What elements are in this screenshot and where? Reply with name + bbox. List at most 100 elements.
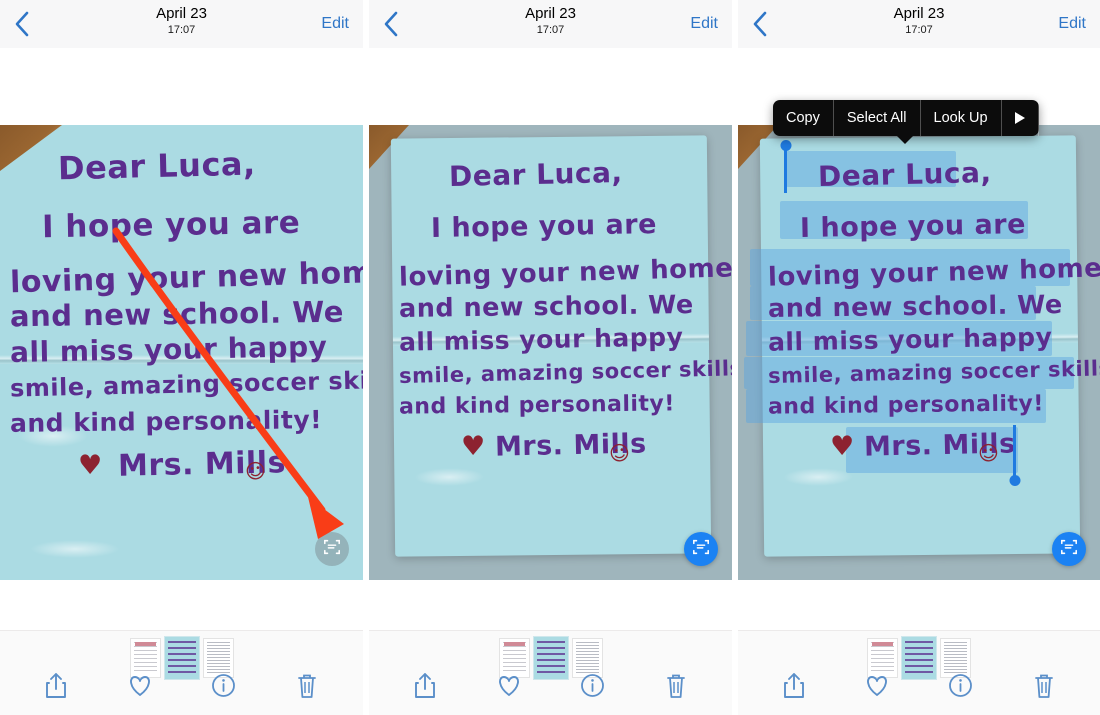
- info-button[interactable]: [572, 671, 612, 705]
- chevron-left-icon: [752, 11, 768, 37]
- info-circle-icon: [948, 673, 973, 703]
- heart-outline-icon: [127, 674, 153, 703]
- info-button[interactable]: [941, 671, 981, 705]
- back-button[interactable]: [383, 9, 409, 39]
- edit-button[interactable]: Edit: [321, 15, 349, 33]
- action-icons: [369, 669, 732, 707]
- chevron-left-icon: [14, 11, 30, 37]
- edit-button[interactable]: Edit: [690, 15, 718, 33]
- note-line: and new school. We: [398, 289, 694, 325]
- photo-time: 17:07: [536, 24, 565, 36]
- trash-icon: [1033, 673, 1055, 704]
- share-button[interactable]: [36, 671, 76, 705]
- photo-time: 17:07: [905, 24, 933, 36]
- smiley-glyph: ☺: [607, 439, 632, 467]
- note-line: I hope you are: [41, 204, 301, 246]
- note-line: all miss your happy: [767, 322, 1053, 357]
- back-button[interactable]: [14, 9, 40, 39]
- share-up-arrow-icon: [45, 672, 67, 704]
- photo-date: April 23: [156, 5, 207, 22]
- favorite-button[interactable]: [120, 671, 160, 705]
- action-icons: [0, 669, 363, 707]
- triangle-right-icon: [1014, 112, 1025, 124]
- share-up-arrow-icon: [783, 672, 805, 704]
- bottom-toolbar: [369, 630, 732, 715]
- action-icons: [738, 669, 1100, 707]
- chevron-left-icon: [383, 11, 399, 37]
- menu-item-select-all[interactable]: Select All: [834, 100, 921, 136]
- bottom-toolbar: [0, 630, 363, 715]
- note-line: and new school. We: [767, 289, 1063, 325]
- note-line: and kind personality!: [398, 391, 676, 420]
- note-line: Dear Luca,: [57, 144, 257, 188]
- menu-item-look-up[interactable]: Look Up: [921, 100, 1002, 136]
- page-title: April 23 17:07: [369, 4, 732, 37]
- photo-viewer[interactable]: Dear Luca, I hope you are loving your ne…: [738, 125, 1100, 580]
- heart-outline-icon: [864, 674, 890, 703]
- navigation-bar: April 23 17:07 Edit: [738, 0, 1100, 48]
- info-circle-icon: [211, 673, 236, 703]
- live-text-scan-icon: [1060, 538, 1078, 561]
- panel-1: April 23 17:07 Edit Dear Luca, I hope yo…: [0, 0, 363, 715]
- share-button[interactable]: [405, 671, 445, 705]
- page-title: April 23 17:07: [0, 4, 363, 37]
- handle-knob: [780, 140, 791, 151]
- bottom-toolbar: [738, 630, 1100, 715]
- live-text-button[interactable]: [315, 532, 349, 566]
- note-line: and kind personality!: [767, 391, 1045, 420]
- trash-icon: [665, 673, 687, 704]
- live-text-button[interactable]: [1052, 532, 1086, 566]
- smiley-glyph: ☺: [243, 457, 268, 485]
- page-title: April 23 17:07: [738, 4, 1100, 37]
- three-panel-screenshot-sequence: April 23 17:07 Edit Dear Luca, I hope yo…: [0, 0, 1100, 715]
- text-selection-context-menu[interactable]: Copy Select All Look Up: [773, 100, 1039, 144]
- edit-button[interactable]: Edit: [1058, 15, 1086, 33]
- heart-glyph: ♥: [461, 431, 486, 462]
- photo-stage: Dear Luca, I hope you are loving your ne…: [369, 48, 732, 630]
- favorite-button[interactable]: [857, 671, 897, 705]
- navigation-bar: April 23 17:07 Edit: [369, 0, 732, 48]
- delete-button[interactable]: [656, 671, 696, 705]
- panel-2: April 23 17:07 Edit Dear Luca, I hope yo…: [369, 0, 732, 715]
- paper-smudge: [30, 540, 120, 558]
- note-line: Dear Luca,: [448, 155, 623, 194]
- paper-smudge: [783, 467, 854, 487]
- photo-date: April 23: [525, 5, 576, 22]
- handle-knob: [1009, 475, 1020, 486]
- note-line: I hope you are: [799, 209, 1027, 244]
- share-button[interactable]: [774, 671, 814, 705]
- back-button[interactable]: [752, 9, 778, 39]
- photo-viewer[interactable]: Dear Luca, I hope you are loving your ne…: [0, 125, 363, 580]
- navigation-bar: April 23 17:07 Edit: [0, 0, 363, 48]
- note-line: and kind personality!: [9, 405, 323, 438]
- live-text-scan-icon: [323, 538, 341, 561]
- panel-3: April 23 17:07 Edit Copy Select All Look…: [738, 0, 1100, 715]
- favorite-button[interactable]: [489, 671, 529, 705]
- note-line: Dear Luca,: [817, 155, 992, 194]
- delete-button[interactable]: [287, 671, 327, 705]
- share-up-arrow-icon: [414, 672, 436, 704]
- selection-handle-end[interactable]: [1009, 425, 1020, 486]
- menu-item-copy[interactable]: Copy: [773, 100, 834, 136]
- live-text-button[interactable]: [684, 532, 718, 566]
- menu-more-button[interactable]: [1002, 100, 1039, 136]
- paper-smudge: [414, 467, 485, 487]
- menu-caret: [896, 135, 914, 144]
- photo-time: 17:07: [167, 24, 196, 36]
- heart-glyph: ♥: [830, 431, 855, 462]
- photo-stage: Dear Luca, I hope you are loving your ne…: [0, 48, 363, 630]
- photo-viewer[interactable]: Dear Luca, I hope you are loving your ne…: [369, 125, 732, 580]
- selection-handle-start[interactable]: [780, 140, 791, 193]
- smiley-glyph: ☺: [976, 439, 1001, 467]
- note-line: all miss your happy: [9, 329, 328, 370]
- delete-button[interactable]: [1024, 671, 1064, 705]
- heart-outline-icon: [496, 674, 522, 703]
- trash-icon: [296, 673, 318, 704]
- note-line: I hope you are: [430, 209, 658, 244]
- live-text-scan-icon: [692, 538, 710, 561]
- info-button[interactable]: [203, 671, 243, 705]
- note-line: and new school. We: [9, 294, 345, 334]
- note-line: all miss your happy: [398, 322, 684, 357]
- photo-date: April 23: [893, 5, 945, 22]
- info-circle-icon: [580, 673, 605, 703]
